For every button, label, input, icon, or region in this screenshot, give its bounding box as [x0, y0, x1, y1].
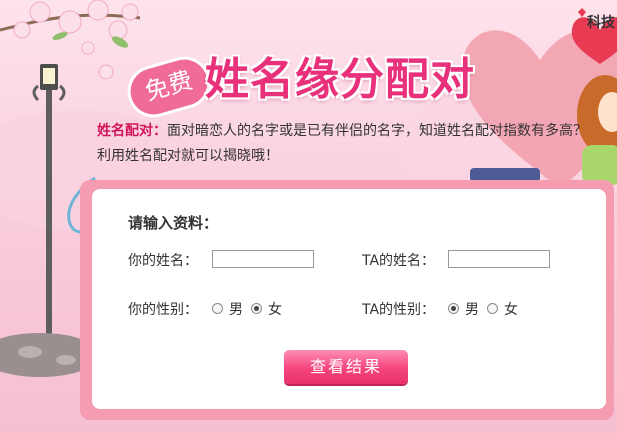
- intro-line-1: 姓名配对：面对暗恋人的名字或是已有伴侣的名字，知道姓名配对指数有多高？: [97, 119, 597, 144]
- ta-name-label: TA的姓名：: [362, 253, 436, 269]
- your-gender-female-radio[interactable]: [251, 303, 262, 314]
- intro-keyword: 姓名配对：: [97, 123, 167, 139]
- ta-gender-female-label[interactable]: 女: [504, 299, 518, 319]
- your-name-label: 你的姓名：: [128, 253, 198, 269]
- ta-gender-female-radio[interactable]: [487, 303, 498, 314]
- your-name-input[interactable]: [212, 250, 314, 268]
- your-gender-label: 你的性别：: [128, 302, 198, 318]
- intro-line-1-text: 面对暗恋人的名字或是已有伴侣的名字，知道姓名配对指数有多高？: [167, 123, 587, 139]
- your-gender-female-label[interactable]: 女: [268, 299, 282, 319]
- ta-gender-male-radio[interactable]: [448, 303, 459, 314]
- top-right-partial-text: 科技: [587, 15, 615, 31]
- view-result-button[interactable]: 查看结果: [284, 350, 408, 384]
- form-section-title: 请输入资料：: [128, 214, 219, 232]
- your-gender-male-label[interactable]: 男: [229, 299, 243, 319]
- ta-name-input[interactable]: [448, 250, 550, 268]
- intro-line-2: 利用姓名配对就可以揭晓哦！: [97, 148, 279, 164]
- ta-gender-label: TA的性别：: [362, 302, 436, 318]
- your-gender-male-radio[interactable]: [212, 303, 223, 314]
- intro-text: 姓名配对：面对暗恋人的名字或是已有伴侣的名字，知道姓名配对指数有多高？ 利用姓名…: [97, 119, 597, 169]
- ta-gender-male-label[interactable]: 男: [465, 299, 479, 319]
- page-title: 姓名缘分配对: [205, 54, 475, 105]
